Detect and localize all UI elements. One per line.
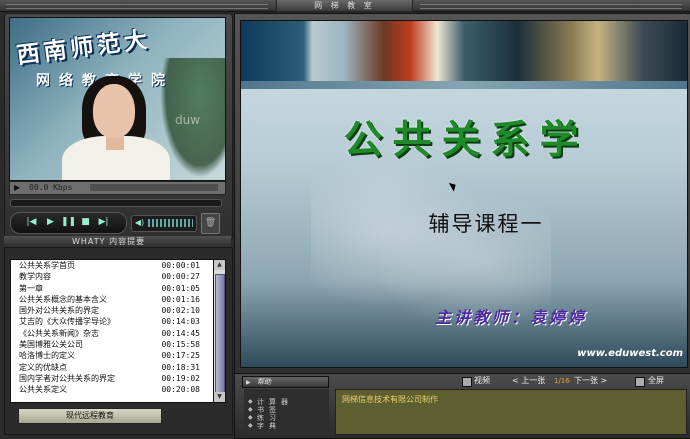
list-item-title: 定义的优缺点: [19, 362, 67, 372]
list-item-time: 00:14:45: [161, 328, 200, 338]
pause-icon[interactable]: ❚❚: [61, 216, 76, 229]
list-item-time: 00:00:27: [161, 272, 200, 282]
list-item[interactable]: 《公共关系新闻》杂志 00:14:45: [11, 328, 214, 339]
list-item-title: 国外对公共关系的界定: [19, 306, 99, 316]
title-bar: 网 梯 教 室: [0, 0, 690, 12]
list-item[interactable]: 公共关系定义 00:20:08: [11, 384, 214, 395]
slide-banner-image: [241, 21, 687, 81]
list-item[interactable]: 定义的优缺点 00:18:31: [11, 362, 214, 373]
slide-subtitle: 辅导课程一: [428, 212, 544, 236]
help-tab[interactable]: ▶ 帮助: [242, 376, 329, 388]
bullet-icon: ◆: [248, 422, 253, 429]
next-icon[interactable]: ▶|: [97, 216, 110, 229]
list-item-title: 美国博雅公关公司: [19, 340, 83, 350]
presenter-face: [93, 84, 135, 138]
list-item[interactable]: 美国博雅公关公司 00:15:58: [11, 339, 214, 350]
list-item-title: 哈洛博士的定义: [19, 351, 75, 361]
status-bar-fill: [90, 184, 218, 191]
slide-navigation: 视频 < 上一张 1/16 下一张 > 全屏: [462, 375, 687, 387]
window-title: 网 梯 教 室: [276, 0, 413, 12]
seek-bar[interactable]: [10, 199, 222, 207]
slide-view[interactable]: 公共关系学 辅导课程一 主讲教师：袁婷婷 www.eduwest.com: [240, 20, 688, 368]
list-item-title: 艾吉的《大众传播学导论》: [19, 317, 115, 327]
scrollbar-thumb[interactable]: [215, 274, 225, 396]
video-status-bar: ▶ 00.0 Kbps: [9, 181, 226, 195]
scroll-down-icon[interactable]: ▼: [214, 392, 225, 402]
toc-scrollbar[interactable]: ▲ ▼: [213, 259, 226, 403]
tool-dictionary[interactable]: 字典: [257, 421, 281, 431]
list-item-time: 00:20:08: [161, 385, 200, 395]
trash-icon[interactable]: 🗑: [201, 213, 220, 234]
fullscreen-icon[interactable]: [635, 377, 645, 387]
list-item[interactable]: 教学内容 00:00:27: [11, 271, 214, 282]
slide-lecturer: 主讲教师：袁婷婷: [435, 308, 588, 327]
list-item-time: 00:19:02: [161, 373, 200, 383]
tools-menu: ◆ 计算器 ◆ 书签 ◆ 练习 ◆ 字典: [244, 389, 329, 435]
org-dropdown-button[interactable]: 现代远程教育: [18, 408, 162, 424]
list-item-title: 公共关系定义: [19, 385, 67, 395]
list-item-title: 国内学者对公共关系的界定: [19, 373, 115, 383]
toc-header-label: WHATY 内容提要: [72, 237, 146, 246]
bullet-icon: ◆: [248, 406, 253, 413]
list-item[interactable]: 公共关系概念的基本含义 00:01:16: [11, 294, 214, 305]
bullet-icon: ◆: [248, 414, 253, 421]
list-item-time: 00:01:05: [161, 283, 200, 293]
list-item-title: 教学内容: [19, 272, 51, 282]
speaker-icon[interactable]: ◀): [134, 217, 145, 228]
video-player[interactable]: 西南师范大 网络教育学院 duw: [9, 17, 226, 181]
list-item-time: 00:01:16: [161, 294, 200, 304]
bitrate-readout: 00.0 Kbps: [29, 183, 73, 192]
list-item-time: 00:00:01: [161, 261, 200, 270]
page-indicator: 1/16: [554, 377, 570, 385]
slide-title: 公共关系学: [343, 117, 589, 163]
slide-banner-divider: [241, 81, 687, 89]
list-item-title: 公共关系概念的基本含义: [19, 294, 107, 304]
play-icon[interactable]: ▶: [44, 216, 57, 229]
volume-slider[interactable]: [148, 219, 193, 227]
scroll-up-icon[interactable]: ▲: [214, 260, 225, 270]
video-toggle-icon[interactable]: [462, 377, 472, 387]
next-slide-button[interactable]: 下一张 >: [574, 375, 607, 387]
list-item-time: 00:15:58: [161, 340, 200, 350]
info-box: 网梯信息技术有限公司制作: [335, 389, 687, 435]
previous-icon[interactable]: |◀: [25, 216, 38, 229]
list-item-title: 《公共关系新闻》杂志: [19, 328, 99, 338]
list-item[interactable]: 公共关系学首页 00:00:01: [11, 260, 214, 271]
playback-controls: |◀ ▶ ❚❚ ■ ▶|: [10, 212, 127, 234]
video-watermark: duw: [175, 113, 201, 127]
help-label: 帮助: [257, 378, 271, 386]
list-item[interactable]: 国内学者对公共关系的界定 00:19:02: [11, 373, 214, 384]
help-arrow-icon: ▶: [246, 379, 251, 386]
volume-control[interactable]: ◀): [131, 215, 197, 232]
toc-list[interactable]: 公共关系学首页 00:00:01 教学内容 00:00:27 第一章 00:01:05…: [10, 259, 215, 403]
list-item-time: 00:02:10: [161, 306, 200, 316]
video-label[interactable]: 视频: [474, 375, 490, 387]
toc-header: WHATY 内容提要: [4, 236, 231, 247]
list-item[interactable]: 国外对公共关系的界定 00:02:10: [11, 305, 214, 316]
list-item-time: 00:17:25: [161, 351, 200, 361]
list-item-title: 公共关系学首页: [19, 261, 75, 270]
list-item[interactable]: 哈洛博士的定义 00:17:25: [11, 350, 214, 361]
bullet-icon: ◆: [248, 398, 253, 405]
list-item[interactable]: 第一章 00:01:05: [11, 283, 214, 294]
list-item[interactable]: 艾吉的《大众传播学导论》 00:14:03: [11, 316, 214, 327]
slide-url: www.eduwest.com: [577, 348, 683, 359]
title-bar-decoration-right: [420, 4, 682, 9]
list-item-time: 00:18:31: [161, 362, 200, 372]
play-triangle-icon: ▶: [14, 183, 21, 192]
list-item-time: 00:14:03: [161, 317, 200, 327]
title-bar-decoration-left: [6, 4, 268, 9]
fullscreen-button[interactable]: 全屏: [648, 375, 664, 387]
info-text: 网梯信息技术有限公司制作: [342, 395, 438, 404]
list-item-title: 第一章: [19, 283, 43, 293]
prev-slide-button[interactable]: < 上一张: [512, 375, 545, 387]
stop-icon[interactable]: ■: [79, 216, 92, 229]
